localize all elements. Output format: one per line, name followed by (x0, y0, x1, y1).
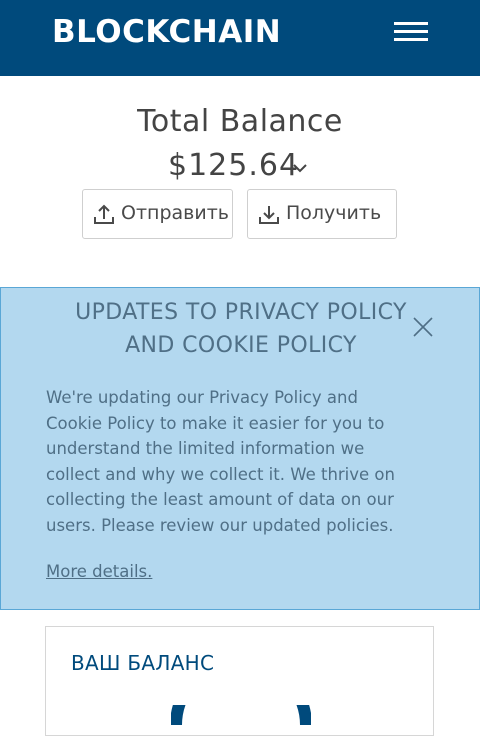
notice-body-line: We're updating our Privacy Policy and (46, 388, 358, 407)
balance-card-title: ВАШ БАЛАНС (71, 651, 215, 675)
more-details-link[interactable]: More details. (46, 562, 152, 581)
total-balance-amount[interactable]: $125.64 (168, 148, 299, 183)
notice-body: We're updating our Privacy Policy and Co… (46, 385, 426, 538)
receive-button-label: Получить (286, 202, 382, 224)
notice-title-line: AND COOKIE POLICY (125, 333, 357, 358)
notice-body-line: collecting the least amount of data on o… (46, 490, 394, 509)
notice-title: UPDATES TO PRIVACY POLICY AND COOKIE POL… (41, 296, 441, 362)
balance-donut-chart (171, 705, 311, 725)
privacy-policy-notice: UPDATES TO PRIVACY POLICY AND COOKIE POL… (0, 287, 480, 610)
upload-icon (94, 204, 114, 224)
total-balance-label: Total Balance (137, 104, 343, 139)
notice-body-line: users. Please review our updated policie… (46, 515, 394, 535)
download-icon (259, 206, 279, 224)
app-header: BLOCKCHAIN (0, 0, 480, 76)
notice-body-line: collect and why we collect it. We thrive… (46, 464, 395, 484)
receive-button[interactable]: Получить (247, 189, 397, 239)
blockchain-logo[interactable]: BLOCKCHAIN (52, 14, 281, 50)
notice-body-line: understand the limited information we (46, 439, 365, 458)
balance-card: ВАШ БАЛАНС (45, 626, 434, 736)
close-icon[interactable] (411, 315, 435, 339)
chevron-down-icon[interactable] (290, 158, 310, 178)
send-button[interactable]: Отправить (82, 189, 233, 239)
send-button-label: Отправить (121, 202, 229, 224)
hamburger-menu-icon[interactable] (392, 19, 430, 45)
notice-body-line: Cookie Policy to make it easier for you … (46, 413, 385, 433)
notice-title-line: UPDATES TO PRIVACY POLICY (75, 300, 407, 325)
